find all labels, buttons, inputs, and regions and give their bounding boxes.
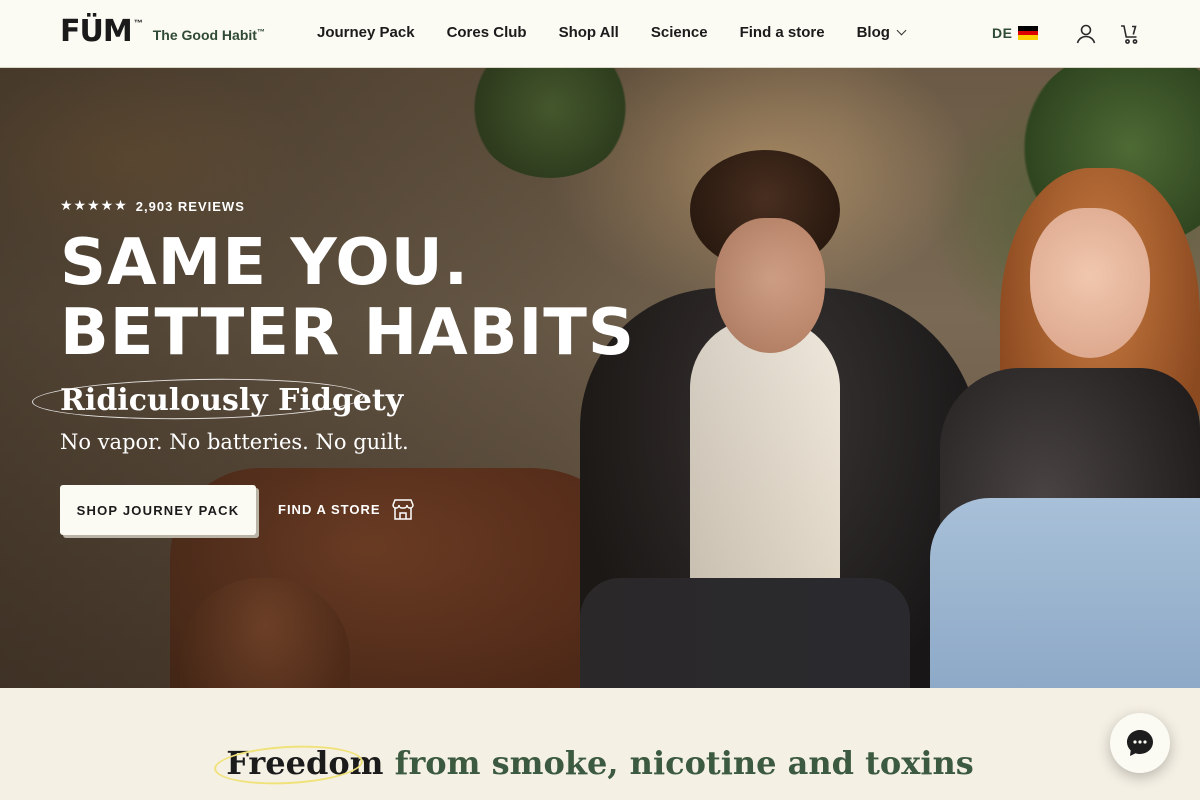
account-icon[interactable] xyxy=(1074,22,1098,46)
german-flag-icon xyxy=(1018,26,1039,41)
nav-item-find-a-store[interactable]: Find a store xyxy=(740,24,825,41)
logo-wordmark: FÜM xyxy=(60,14,133,49)
find-a-store-link[interactable]: FIND A STORE xyxy=(278,498,415,520)
chat-button[interactable] xyxy=(1110,713,1170,773)
hero-tagline: No vapor. No batteries. No guilt. xyxy=(60,430,409,454)
hero-headline-line-1: SAME YOU. xyxy=(60,226,470,300)
hero-subhead-block: Ridiculously Fidgety xyxy=(31,376,404,422)
benefits-section: Freedom from smoke, nicotine and toxins xyxy=(0,688,1200,800)
nav-item-blog[interactable]: Blog xyxy=(856,24,907,41)
reviews-count: 2,903 REVIEWS xyxy=(135,198,245,214)
benefits-title-rest: from smoke, nicotine and toxins xyxy=(383,744,974,782)
locale-switcher[interactable]: DE xyxy=(992,25,1039,41)
storefront-icon xyxy=(391,499,414,520)
benefits-title-highlight: Freedom xyxy=(226,744,384,782)
logo-tagline: The Good Habit™ xyxy=(152,27,265,43)
nav-item-journey-pack[interactable]: Journey Pack xyxy=(317,24,415,41)
hero-headline-line-2: BETTER HABITS xyxy=(60,296,635,370)
locale-code: DE xyxy=(992,25,1013,41)
logo-trademark: ™ xyxy=(133,18,143,28)
nav-item-shop-all[interactable]: Shop All xyxy=(559,24,619,41)
site-header: FÜM ™ The Good Habit™ Journey Pack Cores… xyxy=(0,0,1200,68)
hero-headline: SAME YOU. BETTER HABITS xyxy=(60,228,635,368)
brand-logo[interactable]: FÜM ™ The Good Habit™ xyxy=(60,16,265,48)
hero-overlay xyxy=(0,68,1200,688)
nav-item-science[interactable]: Science xyxy=(651,24,708,41)
main-nav: Journey Pack Cores Club Shop All Science… xyxy=(317,24,907,41)
find-a-store-label: FIND A STORE xyxy=(278,501,381,517)
nav-item-blog-label: Blog xyxy=(856,24,890,41)
star-rating-icon: ★★★★★ xyxy=(60,198,128,214)
hero-subhead: Ridiculously Fidgety xyxy=(60,383,404,418)
shop-journey-pack-button[interactable]: SHOP JOURNEY PACK xyxy=(60,485,256,535)
benefits-title: Freedom from smoke, nicotine and toxins xyxy=(0,744,1200,782)
hero-section: ★★★★★ 2,903 REVIEWS SAME YOU. BETTER HAB… xyxy=(0,68,1200,688)
chevron-down-icon xyxy=(896,25,907,36)
chat-bubble-icon xyxy=(1127,730,1153,756)
nav-item-cores-club[interactable]: Cores Club xyxy=(447,24,527,41)
reviews-summary[interactable]: ★★★★★ 2,903 REVIEWS xyxy=(60,198,245,214)
cart-icon[interactable] xyxy=(1118,22,1142,46)
